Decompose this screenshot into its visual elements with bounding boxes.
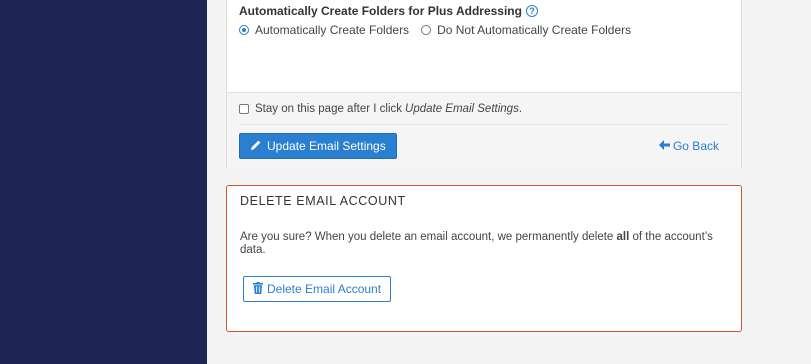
stay-on-page-text: Stay on this page after I click <box>255 102 403 115</box>
trash-icon <box>253 281 263 297</box>
radio-auto-create[interactable]: Automatically Create Folders <box>239 23 409 37</box>
stay-on-page-em: Update Email Settings <box>405 102 519 115</box>
stay-on-page-end: . <box>518 102 523 115</box>
question-circle-icon[interactable]: ? <box>525 5 538 17</box>
stay-on-page-checkbox[interactable] <box>239 103 249 114</box>
go-back-label: Go Back <box>672 139 719 153</box>
delete-text-before: Are you sure? When you delete an email a… <box>240 231 617 243</box>
update-email-settings-button[interactable]: Update Email Settings <box>239 133 397 159</box>
arrow-left-icon <box>658 139 670 153</box>
radio-no-auto-create-button[interactable] <box>421 25 432 35</box>
delete-email-account-button[interactable]: Delete Email Account <box>243 276 392 302</box>
go-back-link[interactable]: Go Back <box>658 139 719 153</box>
main-content: Automatically Create Folders for Plus Ad… <box>207 0 811 364</box>
email-settings-panel: Automatically Create Folders for Plus Ad… <box>226 0 742 168</box>
delete-text-bold: all <box>616 231 630 243</box>
pencil-icon <box>250 139 262 154</box>
settings-footer: Stay on this page after I click Update E… <box>227 92 741 168</box>
delete-title: DELETE EMAIL ACCOUNT <box>240 194 406 208</box>
update-email-settings-label: Update Email Settings <box>267 139 386 153</box>
stay-on-page-row: Stay on this page after I click Update E… <box>239 93 729 125</box>
radio-auto-create-button[interactable] <box>239 25 249 35</box>
plus-addressing-label-text: Automatically Create Folders for Plus Ad… <box>239 4 522 18</box>
delete-email-account-label: Delete Email Account <box>267 282 382 296</box>
radio-no-auto-create[interactable]: Do Not Automatically Create Folders <box>421 23 631 37</box>
settings-actions: Update Email Settings Go Back <box>239 125 729 167</box>
settings-body: Automatically Create Folders for Plus Ad… <box>227 0 741 92</box>
radio-auto-create-label: Automatically Create Folders <box>255 23 410 37</box>
plus-addressing-label: Automatically Create Folders for Plus Ad… <box>239 3 729 19</box>
sidebar <box>0 0 207 364</box>
delete-account-panel: DELETE EMAIL ACCOUNT Are you sure? When … <box>226 185 742 332</box>
plus-addressing-options: Automatically Create Folders Do Not Auto… <box>239 22 729 38</box>
radio-no-auto-create-label: Do Not Automatically Create Folders <box>437 23 632 37</box>
delete-warning-text: Are you sure? When you delete an email a… <box>240 231 730 257</box>
